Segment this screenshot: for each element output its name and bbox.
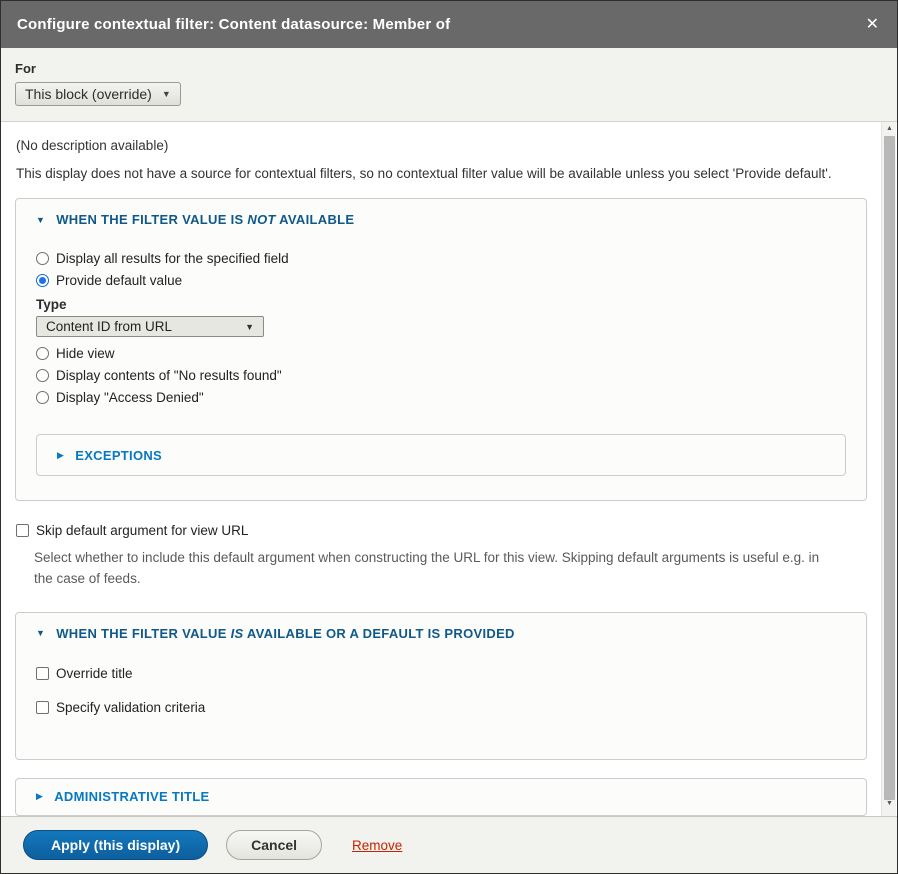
- summary-filter-available[interactable]: ▼ WHEN THE FILTER VALUE IS AVAILABLE OR …: [36, 626, 846, 641]
- checkbox-skip-default[interactable]: [16, 524, 29, 537]
- radio-label: Provide default value: [56, 273, 182, 288]
- chevron-down-icon: ▼: [162, 89, 171, 99]
- for-display-select[interactable]: This block (override) ▼: [15, 82, 181, 106]
- for-label: For: [15, 61, 883, 76]
- checkbox-specify-validation[interactable]: [36, 701, 49, 714]
- triangle-down-icon: ▼: [36, 628, 45, 638]
- fieldset-filter-not-available: ▼ WHEN THE FILTER VALUE IS NOT AVAILABLE…: [15, 198, 867, 501]
- checkbox-row-override-title[interactable]: Override title: [36, 663, 846, 685]
- summary-text-suffix: AVAILABLE OR A DEFAULT IS PROVIDED: [244, 626, 515, 641]
- triangle-right-icon: ▶: [57, 450, 64, 461]
- summary-filter-not-available[interactable]: ▼ WHEN THE FILTER VALUE IS NOT AVAILABLE: [36, 212, 846, 227]
- summary-text-emphasis: NOT: [247, 212, 275, 227]
- fieldset-exceptions: ▶ EXCEPTIONS: [36, 434, 846, 476]
- radio-display-all[interactable]: [36, 252, 49, 265]
- no-description-text: (No description available): [16, 138, 867, 153]
- fieldset-filter-available: ▼ WHEN THE FILTER VALUE IS AVAILABLE OR …: [15, 612, 867, 760]
- fieldset-administrative-title: ▶ ADMINISTRATIVE TITLE: [15, 778, 867, 816]
- triangle-right-icon: ▶: [36, 791, 43, 802]
- for-display-select-value: This block (override): [25, 86, 152, 102]
- vertical-scrollbar[interactable]: ▲ ▼: [881, 122, 896, 816]
- radio-row-access-denied[interactable]: Display "Access Denied": [36, 386, 846, 408]
- checkbox-label: Override title: [56, 666, 133, 681]
- chevron-down-icon: ▼: [245, 322, 254, 332]
- for-section: For This block (override) ▼: [1, 48, 897, 122]
- checkbox-label: Specify validation criteria: [56, 700, 205, 715]
- checkbox-override-title[interactable]: [36, 667, 49, 680]
- radio-row-hide-view[interactable]: Hide view: [36, 342, 846, 364]
- checkbox-row-validation[interactable]: Specify validation criteria: [36, 697, 846, 719]
- scrollbar-thumb[interactable]: [884, 136, 895, 800]
- dialog-body: (No description available) This display …: [1, 122, 897, 816]
- default-type-select-value: Content ID from URL: [46, 319, 172, 334]
- filter-available-checkboxes: Override title Specify validation criter…: [36, 663, 846, 729]
- dialog-title: Configure contextual filter: Content dat…: [17, 16, 450, 33]
- radio-row-display-all[interactable]: Display all results for the specified fi…: [36, 247, 846, 269]
- radio-hide-view[interactable]: [36, 347, 49, 360]
- radio-label: Display "Access Denied": [56, 390, 204, 405]
- summary-exceptions[interactable]: ▶ EXCEPTIONS: [57, 448, 162, 463]
- display-note-text: This display does not have a source for …: [16, 166, 867, 181]
- default-action-radios: Display all results for the specified fi…: [36, 247, 846, 408]
- radio-row-provide-default[interactable]: Provide default value: [36, 269, 846, 291]
- radio-no-results[interactable]: [36, 369, 49, 382]
- remove-link[interactable]: Remove: [352, 838, 402, 853]
- default-type-select[interactable]: Content ID from URL ▼: [36, 316, 264, 337]
- skip-default-description: Select whether to include this default a…: [34, 547, 831, 590]
- summary-text-emphasis: IS: [231, 626, 244, 641]
- radio-row-no-results[interactable]: Display contents of "No results found": [36, 364, 846, 386]
- radio-label: Hide view: [56, 346, 115, 361]
- checkbox-label: Skip default argument for view URL: [36, 523, 248, 538]
- radio-provide-default[interactable]: [36, 274, 49, 287]
- triangle-down-icon: ▼: [36, 215, 45, 225]
- apply-button[interactable]: Apply (this display): [23, 830, 208, 860]
- close-icon[interactable]: ✕: [866, 17, 879, 33]
- radio-label: Display contents of "No results found": [56, 368, 282, 383]
- radio-label: Display all results for the specified fi…: [56, 251, 289, 266]
- scroll-up-icon[interactable]: ▲: [882, 122, 897, 135]
- summary-text-suffix: AVAILABLE: [276, 212, 355, 227]
- checkbox-row-skip-default[interactable]: Skip default argument for view URL: [16, 519, 867, 541]
- cancel-button[interactable]: Cancel: [226, 830, 322, 860]
- dialog-footer: Apply (this display) Cancel Remove: [1, 816, 897, 873]
- summary-text-prefix: WHEN THE FILTER VALUE IS: [56, 212, 247, 227]
- summary-administrative-title[interactable]: ▶ ADMINISTRATIVE TITLE: [36, 789, 210, 804]
- summary-text-prefix: WHEN THE FILTER VALUE: [56, 626, 230, 641]
- contextual-filter-dialog: Configure contextual filter: Content dat…: [0, 0, 898, 874]
- summary-text: EXCEPTIONS: [75, 448, 162, 463]
- dialog-header: Configure contextual filter: Content dat…: [1, 1, 897, 48]
- type-label: Type: [36, 297, 846, 312]
- radio-access-denied[interactable]: [36, 391, 49, 404]
- summary-text: ADMINISTRATIVE TITLE: [54, 789, 209, 804]
- scroll-down-icon[interactable]: ▼: [882, 797, 897, 810]
